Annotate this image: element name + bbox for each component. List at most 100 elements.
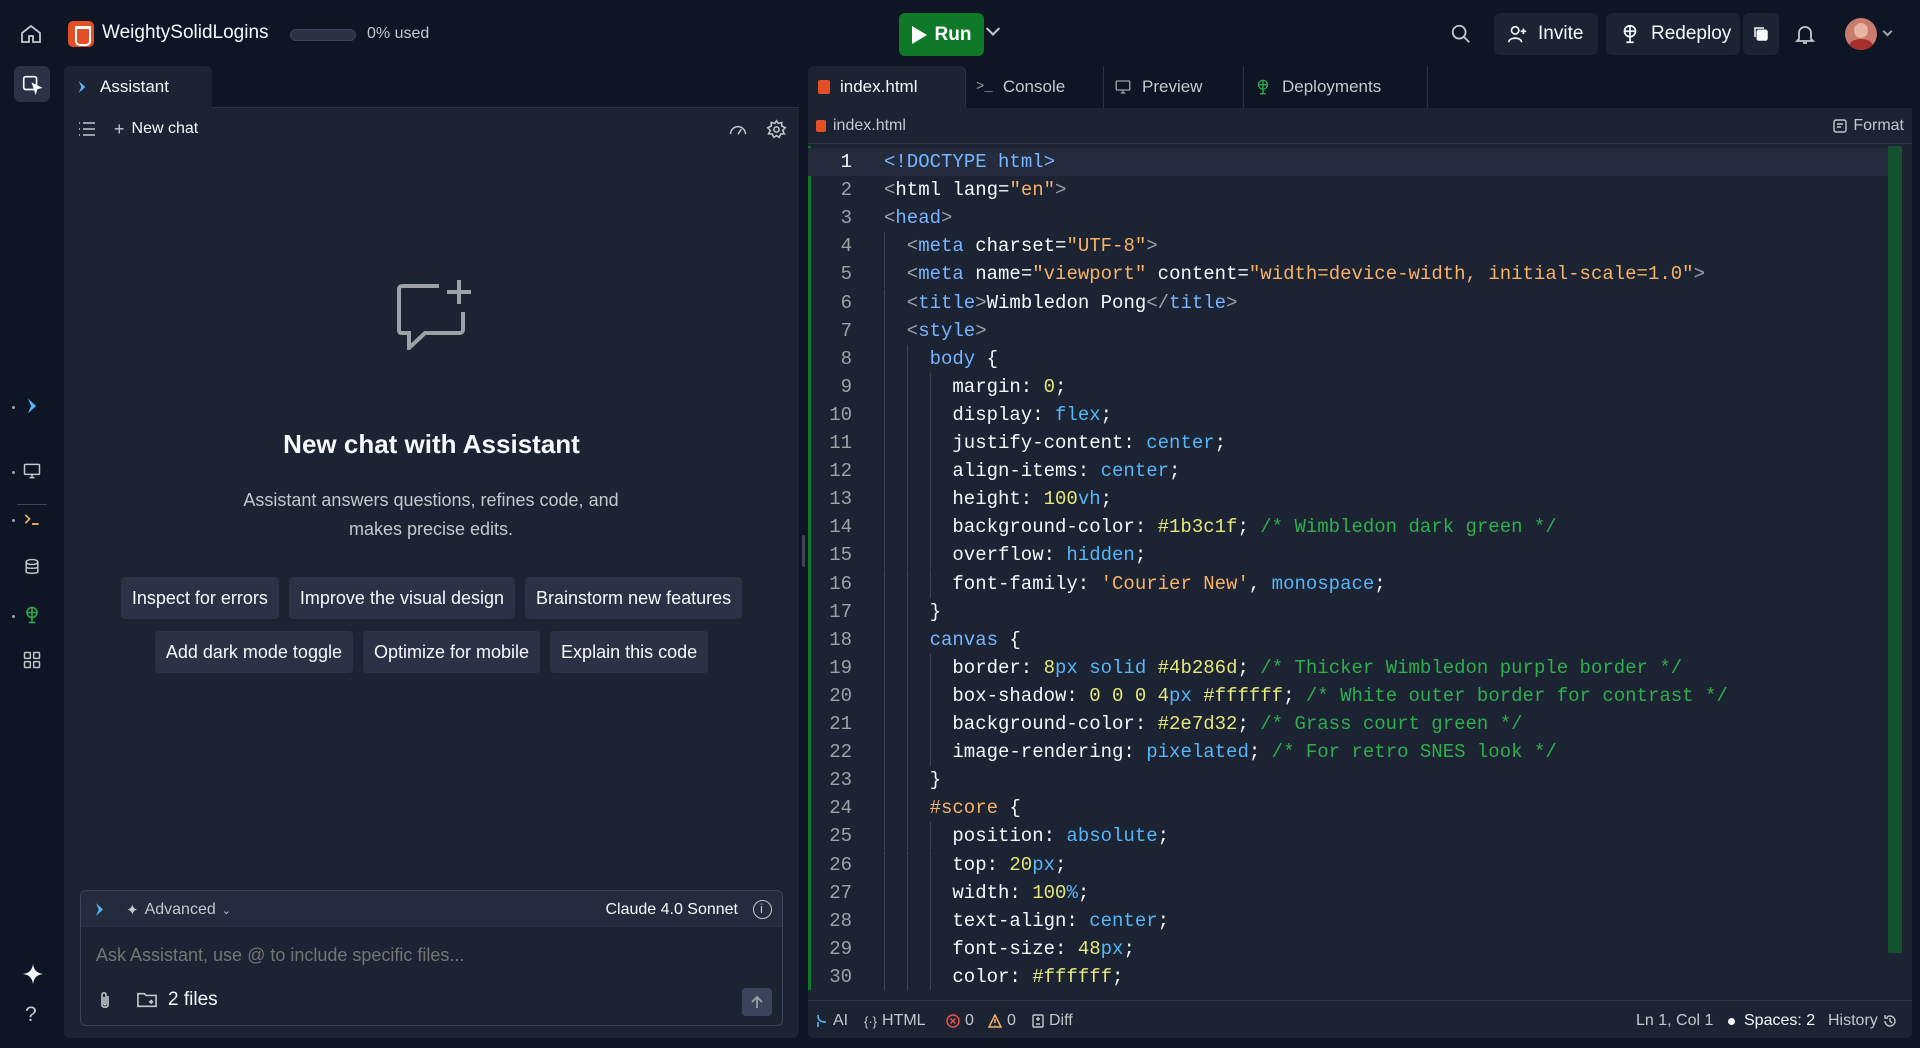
code-line[interactable]: 26 top: 20px; (808, 850, 1888, 879)
code-line[interactable]: 11 justify-content: center; (808, 429, 1888, 457)
project-name[interactable]: WeightySolidLogins (102, 22, 269, 44)
code-line[interactable]: 2 <html lang="en"> (808, 176, 1888, 204)
suggestion-chip[interactable]: Explain this code (550, 631, 709, 673)
code-line[interactable]: 16 font-family: 'Courier New', monospace; (808, 569, 1888, 598)
indent-guide (884, 429, 885, 457)
errors-status[interactable]: 0 (946, 1012, 974, 1030)
rail-console[interactable] (14, 501, 50, 537)
indentation-status[interactable]: Spaces: 2 (1728, 1012, 1815, 1030)
code-line[interactable]: 18 canvas { (808, 625, 1888, 654)
account-chevron-down-icon[interactable] (1882, 26, 1893, 37)
code-line[interactable]: 5 <meta name="viewport" content="width=de… (808, 260, 1888, 289)
gear-icon[interactable] (766, 119, 787, 140)
code-line[interactable]: 17} (808, 597, 1888, 626)
code-line[interactable]: 9 margin: 0; (808, 372, 1888, 401)
code-area[interactable]: 1 <!DOCTYPE html> 2 <html lang="en"> 3 <head>… (808, 146, 1888, 990)
search-icon[interactable] (1450, 23, 1472, 45)
chat-history-list-icon[interactable] (78, 122, 96, 136)
code-line[interactable]: 3 <head> (808, 204, 1888, 232)
invite-button[interactable]: Invite (1494, 13, 1598, 55)
run-options-chevron-icon[interactable] (985, 21, 1001, 36)
run-button[interactable]: Run (899, 13, 984, 56)
code-line[interactable]: 24 #score { (808, 794, 1888, 823)
code-line[interactable]: 19 border: 8px solid #4b286d; /* Thicker … (808, 653, 1888, 682)
tab-assistant[interactable]: Assistant (64, 66, 212, 108)
suggestion-chip[interactable]: Inspect for errors (120, 577, 279, 619)
tab-deployments[interactable]: Deployments (1244, 66, 1428, 108)
deploy-extra-button[interactable] (1743, 13, 1779, 55)
tab-console[interactable]: >_ Console (966, 66, 1104, 108)
tab-index-html[interactable]: index.html (808, 66, 966, 108)
scrollbar-thumb[interactable] (1888, 146, 1902, 953)
home-icon[interactable] (19, 22, 43, 46)
format-button[interactable]: Format (1833, 117, 1904, 135)
code-line[interactable]: 1 <!DOCTYPE html> (808, 148, 1888, 176)
code-line[interactable]: 8 body { (808, 344, 1888, 373)
new-chat-button[interactable]: + New chat (114, 118, 198, 140)
html-project-icon (68, 21, 94, 47)
ai-status[interactable]: AI (816, 1012, 848, 1030)
code-line[interactable]: 7 <style> (808, 316, 1888, 345)
code-line[interactable]: 12 align-items: center; (808, 457, 1888, 486)
help-icon[interactable]: ? (25, 1003, 37, 1027)
rail-all-tools[interactable] (14, 642, 50, 678)
suggestion-chip[interactable]: Brainstorm new features (525, 577, 743, 619)
sparkle-icon[interactable] (22, 963, 44, 985)
warnings-status[interactable]: 0 (988, 1012, 1016, 1030)
code-line[interactable]: 28 text-align: center; (808, 906, 1888, 935)
code-line[interactable]: 25 position: absolute; (808, 822, 1888, 851)
code-line[interactable]: 20 box-shadow: 0 0 0 4px #ffffff; /* Whit… (808, 681, 1888, 710)
code-text: align-items: center; (952, 457, 1180, 485)
code-line[interactable]: 27 width: 100%; (808, 878, 1888, 907)
chat-input[interactable] (96, 945, 756, 966)
notifications-bell-icon[interactable] (1793, 22, 1817, 46)
code-line[interactable]: 6 <title>Wimbledon Pong</title> (808, 288, 1888, 317)
indent-guide (884, 934, 885, 963)
panel-resize-handle[interactable] (802, 535, 805, 567)
code-line[interactable]: 4 <meta charset="UTF-8"> (808, 232, 1888, 261)
code-token: px (1055, 656, 1090, 679)
attached-files-button[interactable]: 2 files (136, 989, 218, 1011)
suggestion-chip[interactable]: Optimize for mobile (362, 631, 541, 673)
vertical-scrollbar[interactable] (1888, 146, 1902, 990)
tab-label: Deployments (1282, 77, 1382, 96)
code-line[interactable]: 13 height: 100vh; (808, 485, 1888, 514)
code-line[interactable]: 23} (808, 766, 1888, 795)
code-line[interactable]: 14 background-color: #1b3c1f; /* Wimbledo… (808, 513, 1888, 542)
send-button[interactable] (742, 988, 772, 1016)
code-token: justify-content: (952, 432, 1147, 454)
language-status[interactable]: {·} HTML (864, 1012, 926, 1030)
indent-guide (929, 681, 931, 710)
info-icon[interactable] (753, 900, 772, 919)
redeploy-button[interactable]: Redeploy (1606, 13, 1740, 55)
mode-selector[interactable]: ✦ Advanced ⌄ (126, 901, 231, 919)
error-count: 0 (965, 1012, 974, 1029)
rail-file-explorer[interactable] (14, 66, 50, 102)
code-line[interactable]: 21 background-color: #2e7d32; /* Grass co… (808, 710, 1888, 738)
paperclip-icon[interactable] (96, 991, 114, 1011)
history-button[interactable]: History (1828, 1012, 1897, 1030)
suggestion-chip[interactable]: Improve the visual design (288, 577, 516, 619)
rail-deployments[interactable] (14, 597, 50, 633)
model-label[interactable]: Claude 4.0 Sonnet (605, 901, 738, 919)
rail-assistant[interactable] (14, 388, 50, 424)
tab-preview[interactable]: Preview (1104, 66, 1244, 108)
code-line[interactable]: 29 font-size: 48px; (808, 934, 1888, 963)
speedometer-icon[interactable] (728, 120, 748, 140)
code-line[interactable]: 30 color: #ffffff; (808, 962, 1888, 990)
code-line[interactable]: 22 image-rendering: pixelated; /* For ret… (808, 738, 1888, 767)
deploy-icon (1257, 79, 1269, 95)
cursor-position[interactable]: Ln 1, Col 1 (1636, 1012, 1713, 1030)
code-editor-panel: index.html >_ Console Preview Deployment… (808, 66, 1912, 1038)
rail-preview[interactable] (14, 453, 50, 489)
user-avatar[interactable] (1845, 18, 1877, 50)
line-number: 22 (829, 741, 852, 764)
code-line[interactable]: 15 overflow: hidden; (808, 541, 1888, 570)
diff-button[interactable]: Diff (1032, 1012, 1073, 1030)
code-line[interactable]: 10 display: flex; (808, 400, 1888, 429)
indent-guide (906, 878, 908, 907)
rail-database[interactable] (14, 549, 50, 585)
breadcrumb-file[interactable]: index.html (833, 117, 906, 135)
code-text: border: 8px solid #4b286d; /* Thicker Wi… (952, 654, 1682, 682)
suggestion-chip[interactable]: Add dark mode toggle (154, 631, 353, 673)
